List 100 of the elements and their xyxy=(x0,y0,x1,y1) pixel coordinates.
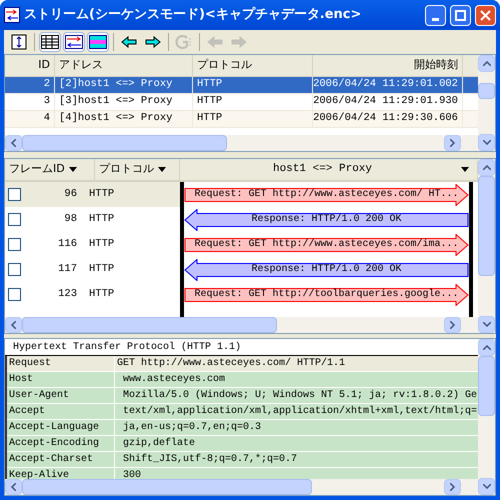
toolbar-button[interactable] xyxy=(39,32,61,52)
scroll-left-icon xyxy=(11,321,16,329)
scroll-thumb[interactable] xyxy=(22,317,277,333)
scroll-left-icon xyxy=(11,483,16,491)
header-label: プロトコル xyxy=(99,161,154,178)
table-cell-text: HTTP xyxy=(88,236,114,252)
window-title: ストリーム(シーケンスモード)<キャプチャデータ.enc> xyxy=(24,6,362,24)
column-header[interactable]: フレームID xyxy=(5,159,95,180)
column-header[interactable]: アドレス xyxy=(55,55,193,76)
field-value: 300 xyxy=(122,469,142,479)
scroll-thumb[interactable] xyxy=(478,176,495,276)
right-arrow-icon xyxy=(231,36,247,48)
table-cell-text: HTTP xyxy=(88,186,114,202)
horizontal-scrollbar[interactable] xyxy=(5,479,478,495)
scroll-up-icon xyxy=(482,165,490,170)
table-icon xyxy=(41,35,59,49)
table-cell-text: [4]host1 <=> Proxy xyxy=(59,111,172,126)
dropdown-icon xyxy=(158,167,166,172)
scroll-thumb[interactable] xyxy=(22,479,312,495)
message-label: Response: HTTP/1.0 200 OK xyxy=(251,264,402,274)
message-label: Request: GET http://www.asteceyes.com/ HT... xyxy=(194,190,459,200)
table-cell-text: 2 xyxy=(44,77,50,92)
field-name: Request xyxy=(9,357,52,371)
scroll-thumb[interactable] xyxy=(22,135,227,151)
header-field-row[interactable]: Accept-Charset Shift_JIS,utf-8;q=0.7,*;q=0.7 xyxy=(7,452,478,468)
maximize-icon xyxy=(455,10,466,20)
table-cell-text: 2006/04/24 11:29:01.002 xyxy=(313,77,458,92)
close-icon xyxy=(480,10,491,20)
scroll-thumb[interactable] xyxy=(478,356,495,416)
table-cell-text: 117 xyxy=(58,262,77,277)
expand-icon xyxy=(11,34,27,50)
header-field-row[interactable]: Accept text/xml,application/xml,application/xhtml+xml,text/html;q= xyxy=(7,404,478,420)
checkbox[interactable] xyxy=(8,238,21,251)
field-value: Mozilla/5.0 (Windows; U; Windows NT 5.1; ja; rv:1.8.0.2) Ge xyxy=(122,388,478,403)
field-name: Accept-Encoding xyxy=(9,436,100,451)
scroll-up-icon xyxy=(482,345,490,350)
message-label: Request: GET http://toolbarqueries.google... xyxy=(194,290,459,300)
frame-row[interactable]: 96 HTTP xyxy=(5,182,180,207)
header-field-row[interactable]: Accept-Language ja,en-us;q=0.7,en;q=0.3 xyxy=(7,420,478,436)
field-name: Host xyxy=(9,373,34,387)
horizontal-scrollbar[interactable] xyxy=(5,317,478,333)
stream-row[interactable]: 2 [2]host1 <=> Proxy HTTP 2006/04/24 11:29:01.002 xyxy=(5,77,478,94)
table-cell-text: HTTP xyxy=(197,94,222,110)
checkbox[interactable] xyxy=(8,263,21,276)
arrows-icon xyxy=(65,35,83,49)
table-cell-text: HTTP xyxy=(197,111,222,126)
table-cell-text: 2006/04/24 11:29:30.606 xyxy=(313,111,458,126)
stream-row[interactable]: 4 [4]host1 <=> Proxy HTTP 2006/04/24 11:29:30.606 xyxy=(5,111,478,128)
column-header[interactable]: プロトコル xyxy=(193,55,313,76)
right-arrow-icon xyxy=(145,36,161,48)
minimize-button[interactable] xyxy=(425,4,446,26)
column-header[interactable]: プロトコル xyxy=(95,159,180,180)
field-value: GET http://www.asteceyes.com/ HTTP/1.1 xyxy=(116,356,346,371)
table-cell-text: HTTP xyxy=(88,262,114,277)
table-cell-text: 3 xyxy=(44,94,50,110)
message-label: Response: HTTP/1.0 200 OK xyxy=(251,214,402,224)
left-arrow-icon xyxy=(121,36,137,48)
field-value: www.asteceyes.com xyxy=(122,373,226,387)
checkbox[interactable] xyxy=(8,213,21,226)
dropdown-icon xyxy=(68,167,77,172)
vertical-scrollbar[interactable] xyxy=(478,55,495,151)
scroll-right-icon xyxy=(450,321,455,329)
close-button[interactable] xyxy=(475,4,496,26)
scroll-left-icon xyxy=(11,139,16,147)
vertical-scrollbar[interactable] xyxy=(478,159,495,333)
header-field-row[interactable]: Accept-Encoding gzip,deflate xyxy=(7,436,478,452)
table-cell-text: HTTP xyxy=(88,212,114,227)
scroll-down-icon xyxy=(482,140,490,145)
toolbar-button[interactable] xyxy=(87,32,109,52)
minimize-icon xyxy=(432,18,439,20)
g-arrow-icon xyxy=(175,34,193,50)
table-cell-text: [3]host1 <=> Proxy xyxy=(59,94,172,110)
header-field-row[interactable]: User-Agent Mozilla/5.0 (Windows; U; Windows NT 5.1; ja; rv:1.8.0.2) Ge xyxy=(7,388,478,404)
vertical-scrollbar[interactable] xyxy=(478,339,495,495)
header-field-row[interactable]: Keep-Alive 300 xyxy=(7,468,478,479)
field-value: ja,en-us;q=0.7,en;q=0.3 xyxy=(122,420,262,435)
app-icon xyxy=(4,7,20,23)
stream-row[interactable]: 3 [3]host1 <=> Proxy HTTP 2006/04/24 11:29:01.930 xyxy=(5,94,478,111)
maximize-button[interactable] xyxy=(450,4,471,26)
table-cell-text: 116 xyxy=(58,236,77,252)
scroll-thumb[interactable] xyxy=(478,83,495,99)
stripes-icon xyxy=(89,35,107,49)
table-cell-text: HTTP xyxy=(88,286,114,302)
message-label: Request: GET http://www.asteceyes.com/ima... xyxy=(194,240,459,250)
horizontal-scrollbar[interactable] xyxy=(5,135,478,151)
protocol-title: Hypertext Transfer Protocol (HTTP 1.1) xyxy=(13,340,242,354)
checkbox[interactable] xyxy=(8,288,21,301)
header-field-row[interactable]: Host www.asteceyes.com xyxy=(7,372,478,388)
field-value: Shift_JIS,utf-8;q=0.7,*;q=0.7 xyxy=(122,452,298,467)
column-header[interactable]: 開始時刻 xyxy=(313,55,463,76)
toolbar-button[interactable] xyxy=(63,32,85,52)
header-label: host1 <=> Proxy xyxy=(272,162,374,178)
checkbox[interactable] xyxy=(8,188,21,201)
header-field-row[interactable]: Request GET http://www.asteceyes.com/ HTTP/1.1 xyxy=(7,356,478,372)
table-cell-text: [2]host1 <=> Proxy xyxy=(59,77,172,92)
field-value: gzip,deflate xyxy=(122,436,196,451)
header-label: フレームID xyxy=(9,161,65,178)
field-name: Keep-Alive xyxy=(9,468,70,479)
column-header[interactable]: ID xyxy=(5,55,55,76)
table-cell-text: 96 xyxy=(64,186,77,202)
